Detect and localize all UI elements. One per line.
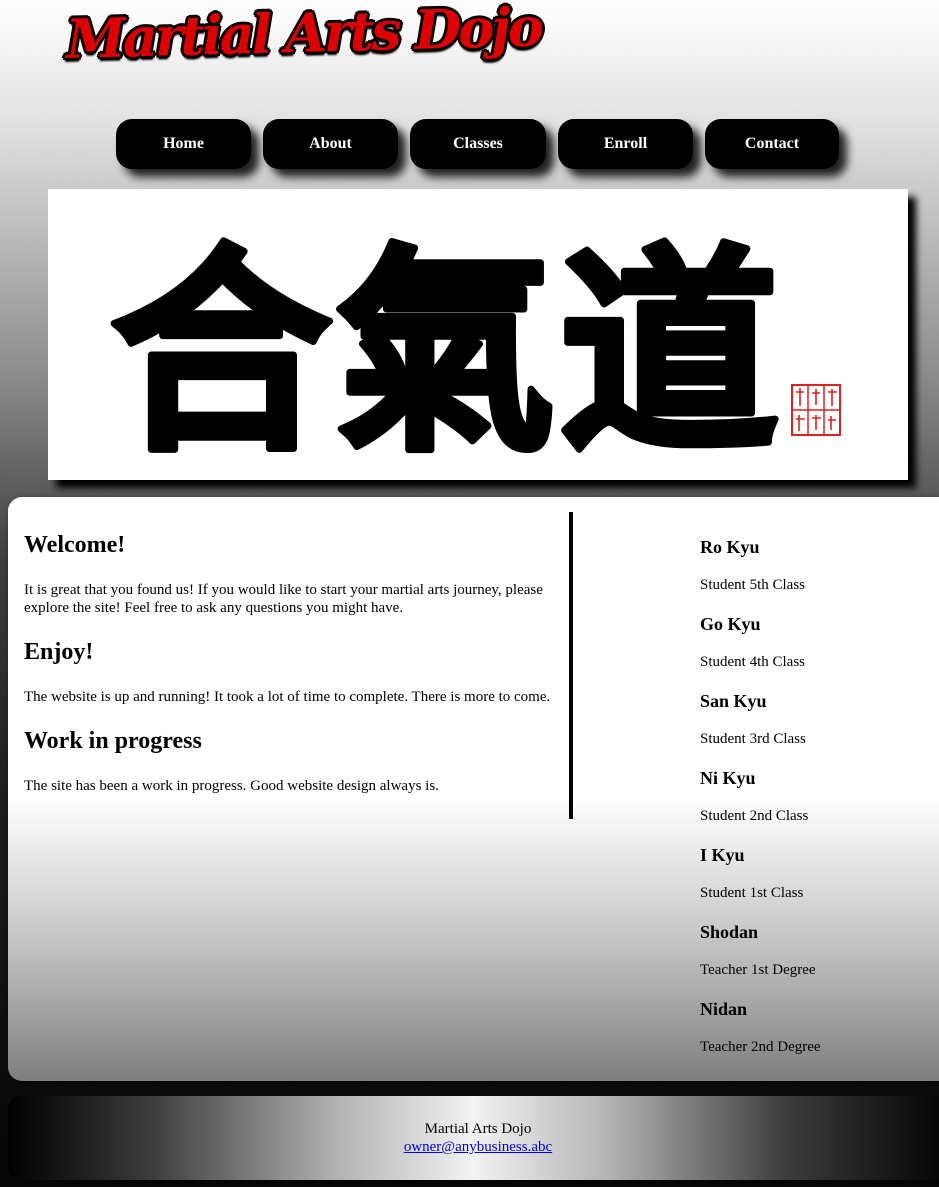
articles-column: Welcome! It is great that you found us! … (24, 531, 554, 795)
site-footer: Martial Arts Dojo owner@anybusiness.abc (8, 1096, 939, 1180)
site-logo[interactable]: Martial Arts Dojo (65, 0, 541, 71)
rank-name: I Kyu (700, 845, 745, 865)
work-in-progress-heading: Work in progress (24, 728, 202, 754)
work-in-progress-text: The site has been a work in progress. Go… (24, 778, 439, 794)
aikido-calligraphy-banner: 合氣道 (48, 189, 908, 480)
rank-name: Nidan (700, 999, 748, 1019)
nav-home-button[interactable]: Home (116, 119, 251, 169)
rank-description: Teacher 2nd Degree (700, 1039, 821, 1055)
artist-seal-icon (791, 384, 841, 436)
rank-name: Go Kyu (700, 614, 761, 634)
aikido-calligraphy-text: 合氣道 (112, 228, 784, 480)
rank-description: Student 1st Class (700, 885, 804, 901)
rank-description: Teacher 1st Degree (700, 962, 816, 978)
welcome-heading: Welcome! (24, 532, 126, 558)
enjoy-heading: Enjoy! (24, 639, 94, 665)
nav-enroll-button[interactable]: Enroll (558, 119, 693, 169)
rank-list: Ro Kyu Student 5th Class Go Kyu Student … (700, 537, 939, 1056)
rank-description: Student 4th Class (700, 654, 806, 670)
rank-name: Ni Kyu (700, 768, 756, 788)
nav-contact-button[interactable]: Contact (705, 119, 839, 169)
footer-email-link[interactable]: owner@anybusiness.abc (404, 1139, 552, 1155)
nav-classes-button[interactable]: Classes (410, 119, 546, 169)
main-nav: Home About Classes Enroll Contact (116, 119, 839, 169)
nav-about-button[interactable]: About (263, 119, 398, 169)
enjoy-text: The website is up and running! It took a… (24, 689, 551, 705)
column-divider (569, 512, 573, 819)
rank-description: Student 5th Class (700, 577, 806, 593)
rank-name: San Kyu (700, 691, 767, 711)
welcome-text: It is great that you found us! If you wo… (24, 582, 543, 616)
rank-name: Shodan (700, 922, 759, 942)
footer-business-name: Martial Arts Dojo (424, 1121, 532, 1137)
rank-name: Ro Kyu (700, 537, 760, 557)
main-content-panel: Welcome! It is great that you found us! … (8, 497, 939, 1081)
rank-description: Student 3rd Class (700, 731, 806, 747)
rank-description: Student 2nd Class (700, 808, 809, 824)
